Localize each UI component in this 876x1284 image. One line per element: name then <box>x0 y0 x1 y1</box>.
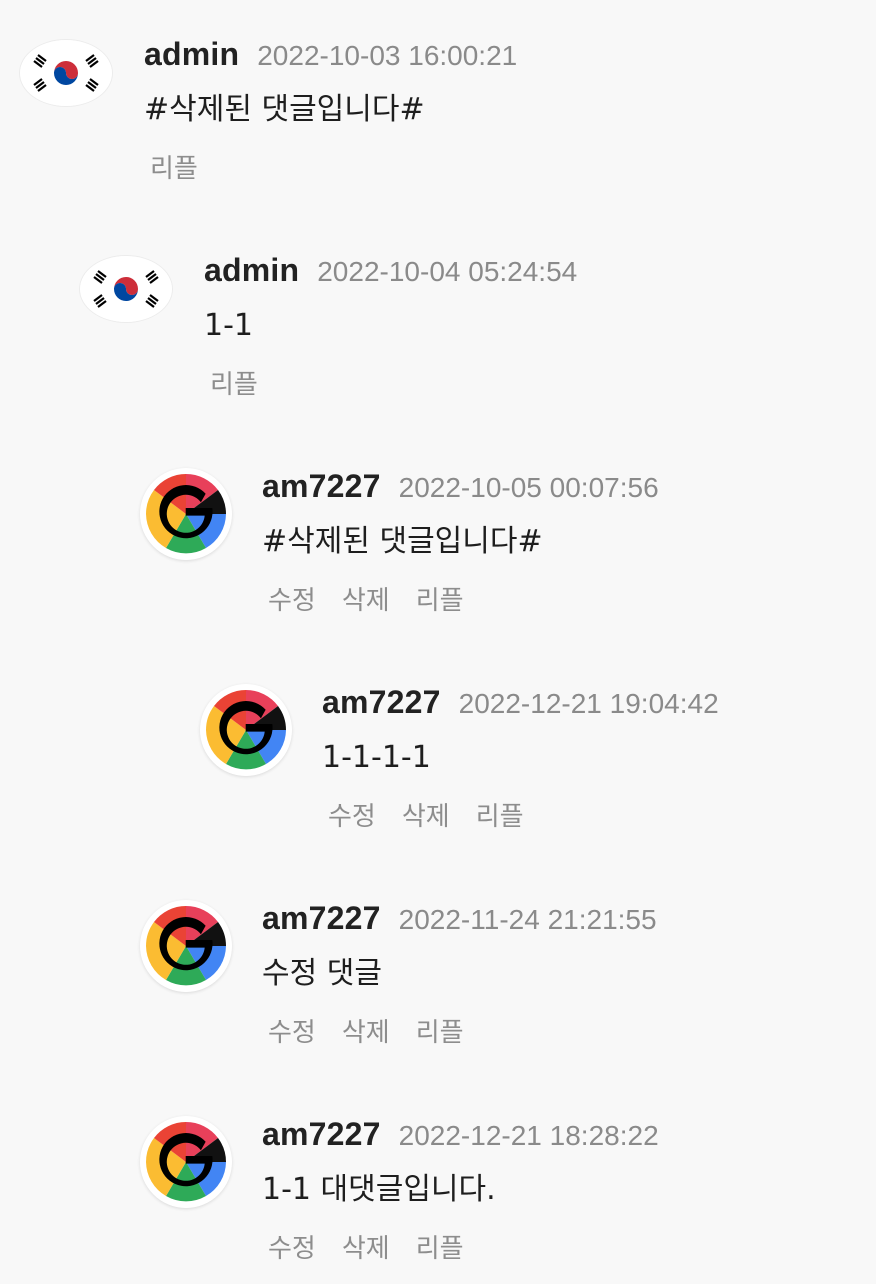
reply-button[interactable]: 리플 <box>150 148 198 185</box>
korea-flag-icon <box>80 256 172 322</box>
comment-actions: 리플 <box>150 148 517 185</box>
edit-button[interactable]: 수정 <box>328 796 376 833</box>
delete-button[interactable]: 삭제 <box>342 1228 390 1265</box>
comment-body: am7227 2022-11-24 21:21:55 수정 댓글 수정 삭제 리… <box>262 900 657 1049</box>
reply-button[interactable]: 리플 <box>416 1228 464 1265</box>
comment-author[interactable]: am7227 <box>262 900 381 937</box>
comment-body: am7227 2022-12-21 19:04:42 1-1-1-1 수정 삭제… <box>322 684 719 833</box>
edit-button[interactable]: 수정 <box>268 580 316 617</box>
google-icon <box>200 684 292 776</box>
comment-meta: am7227 2022-12-21 18:28:22 <box>262 1116 659 1154</box>
comment-date: 2022-10-05 00:07:56 <box>398 472 659 503</box>
comment-date: 2022-12-21 18:28:22 <box>398 1120 659 1151</box>
comment-meta: am7227 2022-10-05 00:07:56 <box>262 468 659 506</box>
comment-meta: am7227 2022-11-24 21:21:55 <box>262 900 657 938</box>
comment: am7227 2022-12-21 19:04:42 1-1-1-1 수정 삭제… <box>200 684 719 833</box>
korea-flag-icon <box>20 40 112 106</box>
comment-date: 2022-10-04 05:24:54 <box>317 256 578 287</box>
comment-author[interactable]: am7227 <box>322 684 441 721</box>
delete-button[interactable]: 삭제 <box>402 796 450 833</box>
comment-meta: am7227 2022-12-21 19:04:42 <box>322 684 719 722</box>
comment-author[interactable]: am7227 <box>262 1116 381 1153</box>
edit-button[interactable]: 수정 <box>268 1012 316 1049</box>
reply-button[interactable]: 리플 <box>416 580 464 617</box>
comment-meta: admin 2022-10-04 05:24:54 <box>204 252 577 290</box>
google-icon <box>140 1116 232 1208</box>
comment-author[interactable]: am7227 <box>262 468 381 505</box>
comment: admin 2022-10-03 16:00:21 #삭제된 댓글입니다# 리플 <box>20 36 517 185</box>
comment-actions: 수정 삭제 리플 <box>328 796 719 833</box>
comment-text: 1-1 대댓글입니다. <box>262 1172 496 1207</box>
comment-meta: admin 2022-10-03 16:00:21 <box>144 36 517 74</box>
comment-actions: 수정 삭제 리플 <box>268 580 659 617</box>
comment: admin 2022-10-04 05:24:54 1-1 리플 <box>80 252 577 401</box>
comment-actions: 수정 삭제 리플 <box>268 1012 657 1049</box>
comment-actions: 수정 삭제 리플 <box>268 1228 659 1265</box>
comment-author[interactable]: admin <box>204 252 299 289</box>
comment-text: 1-1 <box>204 308 253 343</box>
comment-text: 수정 댓글 <box>262 956 382 991</box>
comment-body: admin 2022-10-03 16:00:21 #삭제된 댓글입니다# 리플 <box>144 36 517 185</box>
comment-text: 1-1-1-1 <box>322 740 431 775</box>
reply-button[interactable]: 리플 <box>416 1012 464 1049</box>
comment: am7227 2022-11-24 21:21:55 수정 댓글 수정 삭제 리… <box>140 900 657 1049</box>
comment-body: admin 2022-10-04 05:24:54 1-1 리플 <box>204 252 577 401</box>
comment-date: 2022-12-21 19:04:42 <box>458 688 719 719</box>
comment-body: am7227 2022-12-21 18:28:22 1-1 대댓글입니다. 수… <box>262 1116 659 1265</box>
comment: am7227 2022-12-21 18:28:22 1-1 대댓글입니다. 수… <box>140 1116 659 1265</box>
delete-button[interactable]: 삭제 <box>342 580 390 617</box>
comment-text: #삭제된 댓글입니다# <box>262 524 543 559</box>
comment: am7227 2022-10-05 00:07:56 #삭제된 댓글입니다# 수… <box>140 468 659 617</box>
reply-button[interactable]: 리플 <box>476 796 524 833</box>
google-icon <box>140 468 232 560</box>
comment-date: 2022-11-24 21:21:55 <box>398 904 657 935</box>
comment-author[interactable]: admin <box>144 36 239 73</box>
reply-button[interactable]: 리플 <box>210 364 258 401</box>
comment-body: am7227 2022-10-05 00:07:56 #삭제된 댓글입니다# 수… <box>262 468 659 617</box>
comment-date: 2022-10-03 16:00:21 <box>257 40 518 71</box>
edit-button[interactable]: 수정 <box>268 1228 316 1265</box>
comment-text: #삭제된 댓글입니다# <box>144 92 425 127</box>
delete-button[interactable]: 삭제 <box>342 1012 390 1049</box>
comment-actions: 리플 <box>210 364 577 401</box>
google-icon <box>140 900 232 992</box>
comment-thread: admin 2022-10-03 16:00:21 #삭제된 댓글입니다# 리플 <box>0 0 876 1284</box>
